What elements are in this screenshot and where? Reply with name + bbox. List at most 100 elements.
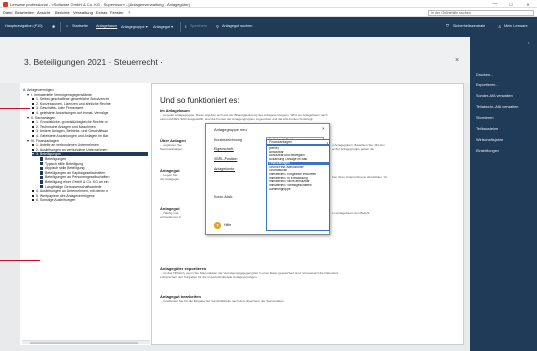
help-paragraph: en Anlagebaum den Befehl bbox=[332, 211, 370, 215]
callout-line bbox=[0, 108, 30, 109]
window-title: Lexware professional - «Software GmbH & … bbox=[10, 1, 190, 7]
dialog-close-button[interactable]: × bbox=[322, 126, 325, 131]
tree-item[interactable]: Atypisch stille Beteiligung bbox=[40, 166, 85, 170]
tree-item[interactable]: I. Immaterielle Vermögensgegenstände bbox=[27, 93, 92, 97]
tree-item[interactable]: A. Anlagevermögen bbox=[23, 88, 54, 92]
expand-triangle-icon[interactable] bbox=[32, 153, 34, 156]
nav-separator bbox=[60, 22, 61, 32]
expand-triangle-icon[interactable] bbox=[27, 139, 29, 142]
help-paragraph: der Anlagegut bbox=[160, 177, 180, 181]
tree-item[interactable]: Beteiligungen an Personengesellschaften bbox=[40, 175, 109, 179]
tree-item[interactable]: 4. Ausleihungen an Unternehmen, mit dene… bbox=[32, 189, 108, 193]
tree-item-label: I. Immaterielle Vermögensgegenstände bbox=[31, 92, 92, 97]
sidebar-item-teilbausteine[interactable]: Teilbausteine bbox=[476, 127, 498, 131]
tree-item-label: 1. Grundstücke, grundstücksgleiche Recht… bbox=[36, 120, 108, 125]
tree-item[interactable]: Typisch stille Beteiligung bbox=[40, 162, 83, 166]
tree-item[interactable]: 2. Ausleihungen an verbundene Unternehme… bbox=[32, 148, 107, 152]
sidebar-item-drucken[interactable]: Drucken... bbox=[476, 73, 493, 77]
tree-item-label: 2. Konzessionen, Lizenzen und ähnliche R… bbox=[36, 101, 111, 106]
main-navigation-button[interactable]: Hauptnavigation (F10) bbox=[5, 24, 43, 28]
bullet-icon bbox=[32, 199, 34, 202]
menu-berichte[interactable]: Berichte bbox=[55, 10, 70, 15]
tree-item[interactable]: Beteiligungen bbox=[40, 157, 66, 161]
maximize-button[interactable]: ☐ bbox=[504, 1, 518, 8]
tree-item-label: Langfristige Genossenschaftsanteile bbox=[45, 184, 102, 189]
app-logo-icon bbox=[3, 1, 8, 7]
tree-item[interactable]: 2. Technische Anlagen und Maschinen bbox=[32, 125, 96, 129]
tree-item[interactable]: 2. Konzessionen, Lizenzen und ähnliche R… bbox=[32, 102, 111, 106]
tree-item[interactable]: III. Finanzanlagen bbox=[27, 139, 59, 143]
menu-help[interactable]: ? bbox=[128, 10, 130, 15]
anlagebaum-button[interactable]: Anlagebaum bbox=[96, 24, 117, 28]
anlagegut-dropdown[interactable]: Anlagegut ▾ bbox=[153, 24, 173, 29]
hilfe-link[interactable]: Hilfe bbox=[224, 223, 231, 227]
help-paragraph: hen Ihres Unternehmens abzubilden. Ist bbox=[332, 175, 387, 179]
tree-item-label: II. Sachanlagen bbox=[31, 115, 56, 120]
help-search-input[interactable]: In der Onlinehilfe suchen bbox=[428, 9, 534, 16]
tree-item[interactable]: 1. Anteile an verbundenen Unternehmen bbox=[32, 143, 99, 147]
scrollbar-thumb[interactable] bbox=[30, 341, 138, 344]
new-asset-group-dialog: Anlagegruppe neu × Kurzbezeichnung Volks… bbox=[205, 123, 330, 235]
tree-item[interactable]: 1. Selbst geschaffene gewerbliche Schutz… bbox=[32, 97, 109, 101]
sidebar-item-einstellungen[interactable]: Einstellungen bbox=[476, 149, 499, 153]
speichern-button[interactable]: Speichern bbox=[190, 24, 207, 28]
close-window-button[interactable]: ✕ bbox=[521, 1, 535, 8]
mein-lexware-button[interactable]: Mein Lexware bbox=[504, 24, 528, 28]
document-icon bbox=[40, 171, 43, 175]
tree-item[interactable]: 5. Wertpapiere des Anlagevermögens bbox=[32, 194, 95, 198]
tree-horizontal-scrollbar[interactable] bbox=[22, 340, 150, 344]
startseite-button[interactable]: Startseite bbox=[72, 24, 88, 28]
eigenschaft-option[interactable]: Sammelgruppe bbox=[268, 188, 329, 192]
close-view-button[interactable]: × bbox=[455, 57, 459, 64]
tree-item[interactable]: 4. Geleistete Anzahlungen und Anlagen im… bbox=[32, 134, 108, 138]
sicherheitszentrale-button[interactable]: Sicherheitszentrale bbox=[453, 24, 485, 28]
tree-item-selected[interactable]: 3. Beteiligungen bbox=[32, 152, 148, 157]
menu-bearbeiten[interactable]: Bearbeiten bbox=[15, 10, 34, 15]
action-sidebar: ↕ Drucken... Exportieren... Sonder-AfA v… bbox=[470, 37, 537, 351]
bullet-icon bbox=[32, 190, 34, 193]
document-icon bbox=[40, 157, 43, 161]
tree-item[interactable]: 1. Grundstücke, grundstücksgleiche Recht… bbox=[32, 120, 108, 124]
tree-item[interactable]: 6. Sonstige Ausleihungen bbox=[32, 198, 76, 202]
tree-item[interactable]: Beteiligungen an Kapitalgesellschaften bbox=[40, 171, 105, 175]
tree-item[interactable]: Beteiligung einer GmbH & Co. KG an ein bbox=[40, 180, 108, 184]
menu-verwaltung[interactable]: Verwaltung bbox=[73, 10, 93, 15]
bullet-icon bbox=[32, 102, 34, 105]
sidebar-item-teilabschr-afa[interactable]: Teilabschr.-AfA verwalten bbox=[476, 105, 518, 109]
menu-datei[interactable]: Datei bbox=[3, 10, 12, 15]
document-icon bbox=[40, 166, 43, 171]
anlagegruppe-dropdown[interactable]: Anlagegruppe ▾ bbox=[121, 24, 148, 29]
bullet-icon bbox=[32, 130, 34, 133]
expand-triangle-icon[interactable] bbox=[27, 93, 29, 96]
tree-item-label: 5. Wertpapiere des Anlagevermögens bbox=[36, 193, 95, 198]
bullet-icon bbox=[32, 98, 34, 101]
help-paragraph: at der Anlagegruppe gelten die bbox=[332, 147, 375, 151]
tree-item[interactable]: 4. geleistete Anzahlungen auf immat. Ver… bbox=[32, 111, 108, 115]
sidebar-item-stornieren[interactable]: Stornieren bbox=[476, 116, 494, 120]
tree-item-label: Beteiligung einer GmbH & Co. KG an ein bbox=[45, 180, 109, 184]
tree-item[interactable]: Langfristige Genossenschaftsanteile bbox=[40, 185, 101, 189]
navigation-bar: Hauptnavigation (F10) ✱ ⌂ Startseite Anl… bbox=[0, 17, 537, 37]
tree-item-label: 4. Geleistete Anzahlungen und Anlagen im… bbox=[36, 134, 109, 138]
menu-extras[interactable]: Extras bbox=[96, 10, 107, 15]
pin-icon[interactable]: ✱ bbox=[52, 24, 55, 29]
sidebar-item-sonder-afa[interactable]: Sonder-AfA verwalten bbox=[476, 94, 513, 98]
nav-separator-2 bbox=[180, 22, 181, 32]
sidebar-item-wirtschaftsjahre[interactable]: Wirtschaftsjahre bbox=[476, 138, 503, 142]
tree-item[interactable]: 3. Andere Anlagen, Betriebs- und Geschäf… bbox=[32, 129, 108, 133]
sidebar-pin-icon[interactable]: ↕ bbox=[528, 41, 530, 45]
minimize-button[interactable]: — bbox=[488, 1, 502, 8]
tree-item-label: 1. Selbst geschaffene gewerbliche Schutz… bbox=[36, 97, 109, 102]
help-icon[interactable]: ? bbox=[214, 222, 221, 229]
tree-item[interactable]: 3. Geschäfts- oder Firmenwert bbox=[32, 106, 83, 110]
tree-item-label: Atypisch stille Beteiligung bbox=[45, 166, 85, 171]
expand-triangle-icon[interactable] bbox=[27, 116, 29, 119]
sidebar-item-exportieren[interactable]: Exportieren... bbox=[476, 83, 499, 87]
konto-afa-label: Konto AfaA: bbox=[214, 195, 233, 199]
anlagegut-suchen-button[interactable]: Anlagegut suchen bbox=[222, 24, 252, 28]
menu-fenster[interactable]: Fenster bbox=[110, 10, 124, 15]
menu-ansicht[interactable]: Ansicht bbox=[37, 10, 50, 15]
tree-item-label: Typisch stille Beteiligung bbox=[45, 161, 84, 166]
tree-item-label: 2. Technische Anlagen und Maschinen bbox=[36, 124, 96, 129]
tree-item[interactable]: II. Sachanlagen bbox=[27, 116, 55, 120]
